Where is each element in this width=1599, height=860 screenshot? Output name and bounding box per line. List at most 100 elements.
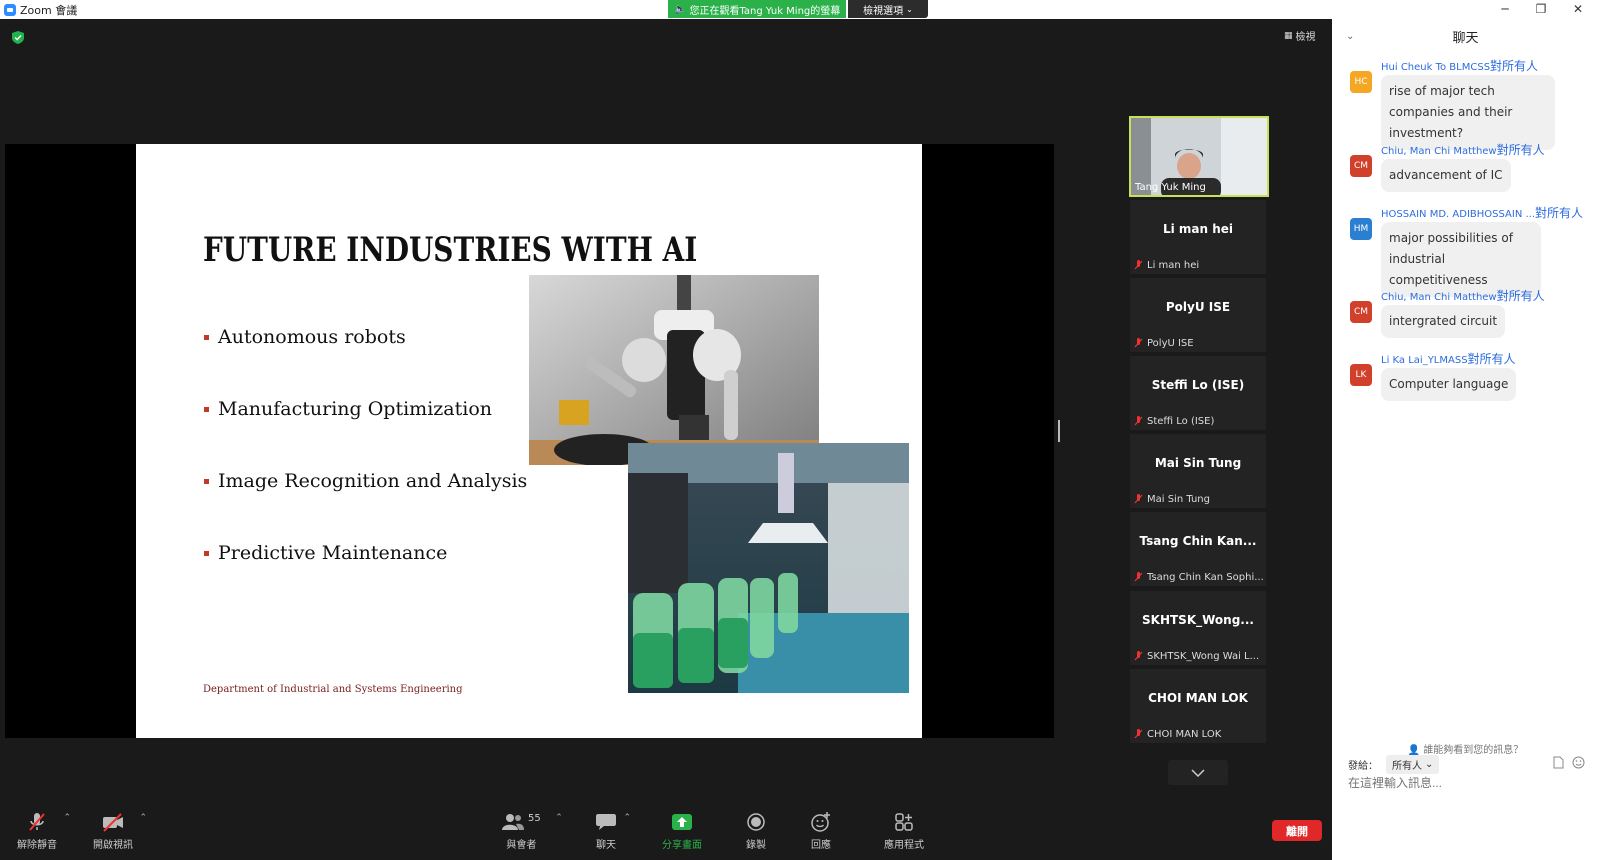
participant-tile[interactable]: Li man hei Li man hei [1130, 200, 1266, 274]
caret-up-icon[interactable]: ⌃ [139, 813, 147, 823]
send-to-label: 發給： [1348, 761, 1378, 772]
chat-bubble-icon [595, 811, 617, 833]
participant-name: Li man hei [1134, 260, 1264, 271]
active-speaker-name: Tang Yuk Ming [1135, 182, 1206, 193]
factory-image [628, 443, 909, 693]
participant-tile[interactable]: Steffi Lo (ISE) Steffi Lo (ISE) [1130, 356, 1266, 430]
slide-bullet: Image Recognition and Analysis [204, 470, 527, 492]
mic-muted-icon [26, 811, 48, 833]
apps-label: 應用程式 [884, 840, 924, 851]
participant-display-name: Mai Sin Tung [1154, 456, 1242, 470]
avatar: HC [1350, 71, 1372, 93]
chat-sender: Hui Cheuk To BLMCSS對所有人 [1381, 59, 1539, 73]
unmute-button[interactable]: 解除靜音 ⌃ [17, 811, 71, 851]
chat-label: 聊天 [596, 840, 616, 851]
participant-name: Mai Sin Tung [1134, 494, 1264, 505]
caret-up-icon[interactable]: ⌃ [555, 813, 563, 823]
reactions-label: 回應 [811, 840, 831, 851]
mic-muted-icon [1134, 416, 1143, 427]
minimize-button[interactable]: ─ [1490, 0, 1520, 18]
apps-button[interactable]: 應用程式 [884, 811, 924, 851]
mic-muted-icon [1134, 338, 1143, 349]
robot-image [529, 275, 819, 465]
chat-message-text: major possibilities of industrial compet… [1381, 222, 1541, 297]
window-titlebar: Zoom 會議 🔈 您正在觀看Tang Yuk Ming的螢幕 檢視選項 ⌄ ─… [0, 0, 1599, 19]
chat-title: 聊天 [1452, 30, 1479, 46]
participant-name: SKHTSK_Wong Wai L... [1134, 651, 1264, 662]
participant-tile[interactable]: SKHTSK_Wong... SKHTSK_Wong Wai L... [1130, 591, 1266, 665]
slide-bullet: Predictive Maintenance [204, 542, 447, 564]
participant-display-name: Tsang Chin Kan... [1139, 534, 1257, 548]
meeting-toolbar: 解除靜音 ⌃ 開啟視訊 ⌃ 55 與會者 ⌃ 聊天 ⌃ 分享畫面 錄製 回應 應… [0, 811, 1332, 860]
mic-muted-icon [1134, 260, 1143, 271]
participant-tile[interactable]: PolyU ISE PolyU ISE [1130, 278, 1266, 352]
panel-resize-handle[interactable] [1058, 420, 1060, 442]
caret-up-icon[interactable]: ⌃ [623, 813, 631, 823]
apps-icon [894, 811, 914, 833]
screen-share-banner: 🔈 您正在觀看Tang Yuk Ming的螢幕 [668, 0, 846, 18]
participant-tile[interactable]: CHOI MAN LOK CHOI MAN LOK [1130, 669, 1266, 743]
chevron-down-icon [1191, 768, 1205, 777]
chat-sender: HOSSAIN MD. ADIBHOSSAIN ...對所有人 [1381, 206, 1584, 220]
chevron-down-icon: ⌄ [1425, 759, 1434, 770]
shield-icon[interactable] [12, 31, 24, 44]
mic-muted-icon [1134, 572, 1143, 583]
start-video-button[interactable]: 開啟視訊 ⌃ [93, 811, 147, 851]
unmute-label: 解除靜音 [17, 840, 57, 851]
close-window-button[interactable]: ✕ [1563, 0, 1593, 18]
mic-muted-icon [1134, 729, 1143, 740]
active-speaker-tile[interactable]: Tang Yuk Ming [1129, 116, 1269, 197]
chat-message-text: rise of major tech companies and their i… [1381, 75, 1555, 150]
slide-footer: Department of Industrial and Systems Eng… [203, 684, 463, 695]
meeting-area: ▦ 檢視 FUTURE INDUSTRIES WITH AI Autonomou… [0, 19, 1332, 860]
speaker-icon: 🔈 [674, 3, 687, 15]
slide-bullet: Autonomous robots [204, 326, 406, 348]
emoji-icon[interactable] [1572, 756, 1585, 769]
share-banner-text: 您正在觀看Tang Yuk Ming的螢幕 [689, 5, 841, 17]
participant-display-name: Steffi Lo (ISE) [1151, 378, 1245, 392]
file-icon[interactable] [1553, 756, 1564, 769]
record-button[interactable]: 錄製 [746, 811, 766, 851]
chat-sender: Chiu, Man Chi Matthew對所有人 [1381, 143, 1545, 157]
view-button[interactable]: ▦ 檢視 [1284, 28, 1316, 44]
start-video-label: 開啟視訊 [93, 840, 133, 851]
participants-button[interactable]: 55 與會者 ⌃ [502, 811, 563, 851]
participants-icon: 55 [502, 811, 541, 833]
participant-display-name: SKHTSK_Wong... [1142, 613, 1254, 627]
participant-name: PolyU ISE [1134, 338, 1264, 349]
participants-label: 與會者 [506, 840, 537, 851]
mic-muted-icon [1134, 651, 1143, 662]
gallery-scroll-down-button[interactable] [1168, 760, 1228, 785]
avatar: CM [1350, 301, 1372, 323]
participant-tile[interactable]: Mai Sin Tung Mai Sin Tung [1130, 434, 1266, 508]
chat-input-tools [1553, 756, 1585, 769]
reactions-button[interactable]: 回應 [810, 811, 832, 851]
view-options-button[interactable]: 檢視選項 ⌄ [848, 0, 928, 18]
who-can-see-messages-link[interactable]: 👤 誰能夠看到您的訊息？ [1332, 741, 1599, 756]
mic-muted-icon [1134, 494, 1143, 505]
chat-recipient-row: 發給： 所有人 ⌄ [1348, 755, 1440, 774]
chat-message-text: intergrated circuit [1381, 305, 1506, 338]
participant-display-name: Li man hei [1162, 222, 1234, 236]
recipient-value: 所有人 [1392, 761, 1422, 772]
share-screen-button[interactable]: 分享畫面 [662, 811, 702, 851]
app-title: Zoom 會議 [4, 2, 77, 18]
participant-tile[interactable]: Tsang Chin Kan... Tsang Chin Kan Sophi..… [1130, 512, 1266, 586]
chevron-down-icon: ⌄ [906, 4, 913, 14]
participant-display-name: CHOI MAN LOK [1148, 691, 1248, 705]
chat-message-input[interactable] [1348, 776, 1578, 790]
recipient-select[interactable]: 所有人 ⌄ [1386, 755, 1440, 774]
share-screen-icon [671, 811, 693, 833]
view-button-label: 檢視 [1295, 32, 1316, 43]
avatar: HM [1350, 218, 1372, 240]
record-label: 錄製 [746, 840, 766, 851]
leave-meeting-button[interactable]: 離開 [1272, 820, 1322, 841]
chat-button[interactable]: 聊天 ⌃ [595, 811, 631, 851]
avatar: LK [1350, 364, 1372, 386]
participant-display-name: PolyU ISE [1165, 300, 1231, 314]
smiley-add-icon [810, 811, 832, 833]
slide-bullet: Manufacturing Optimization [204, 398, 492, 420]
caret-up-icon[interactable]: ⌃ [63, 813, 71, 823]
restore-button[interactable]: ❐ [1526, 0, 1556, 18]
chat-sender: Li Ka Lai_YLMASS對所有人 [1381, 352, 1516, 366]
